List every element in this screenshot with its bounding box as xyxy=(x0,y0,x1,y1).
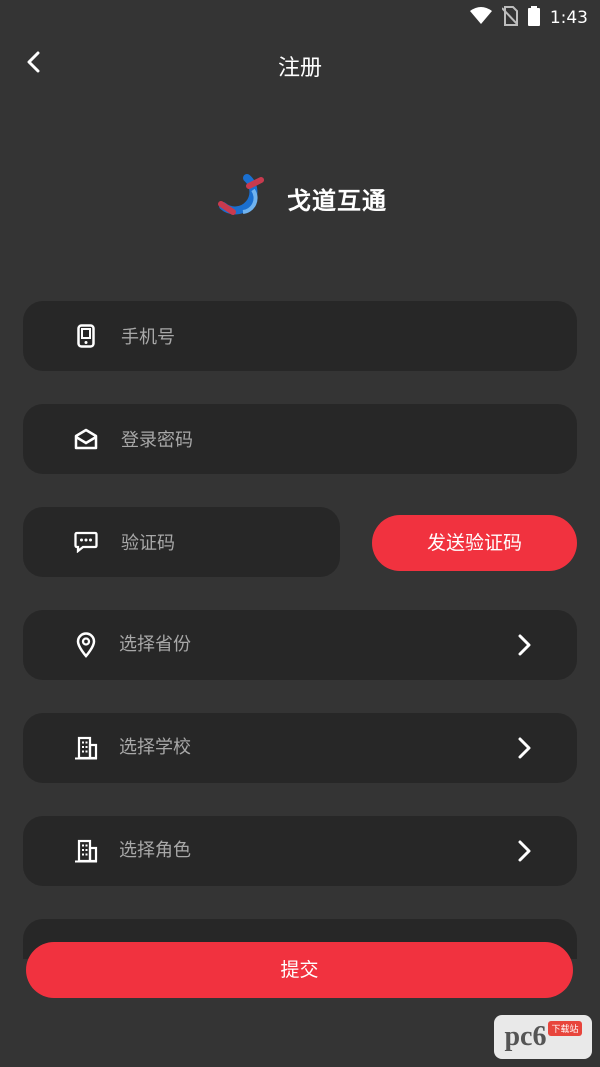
watermark-text: pc6 xyxy=(504,1021,547,1052)
role-select[interactable]: 选择角色 xyxy=(23,816,577,886)
province-select[interactable]: 选择省份 xyxy=(23,610,577,680)
building-icon xyxy=(73,838,99,864)
phone-input[interactable] xyxy=(119,301,503,373)
nav-bar: 注册 xyxy=(0,36,600,92)
location-pin-icon xyxy=(73,632,99,658)
app-logo-icon xyxy=(213,168,269,228)
status-time: 1:43 xyxy=(549,8,588,28)
page-title: 注册 xyxy=(277,56,322,81)
watermark-logo: pc6 下载站 xyxy=(494,1015,592,1059)
wifi-icon xyxy=(469,7,492,29)
battery-icon xyxy=(527,6,540,30)
app-name: 戈道互通 xyxy=(287,186,387,215)
phone-field xyxy=(23,301,577,373)
status-icons: 1:43 xyxy=(469,6,588,30)
password-input[interactable] xyxy=(119,404,503,476)
message-icon xyxy=(73,529,99,555)
code-field xyxy=(23,507,340,579)
school-label: 选择学校 xyxy=(119,737,191,758)
submit-button[interactable]: 提交 xyxy=(26,942,573,998)
province-label: 选择省份 xyxy=(119,634,191,655)
code-input[interactable] xyxy=(119,507,323,579)
building-icon xyxy=(73,735,99,761)
chevron-right-icon xyxy=(511,632,537,658)
envelope-icon xyxy=(73,426,99,452)
chevron-right-icon xyxy=(511,735,537,761)
school-select[interactable]: 选择学校 xyxy=(23,713,577,783)
status-bar: 1:43 xyxy=(0,0,600,36)
no-sim-icon xyxy=(501,6,519,30)
send-code-button[interactable]: 发送验证码 xyxy=(372,515,577,571)
chevron-right-icon xyxy=(511,838,537,864)
password-field xyxy=(23,404,577,476)
role-label: 选择角色 xyxy=(119,840,191,861)
logo-area: 戈道互通 xyxy=(0,168,600,228)
phone-icon xyxy=(73,323,99,349)
watermark-badge: 下载站 xyxy=(548,1021,582,1036)
